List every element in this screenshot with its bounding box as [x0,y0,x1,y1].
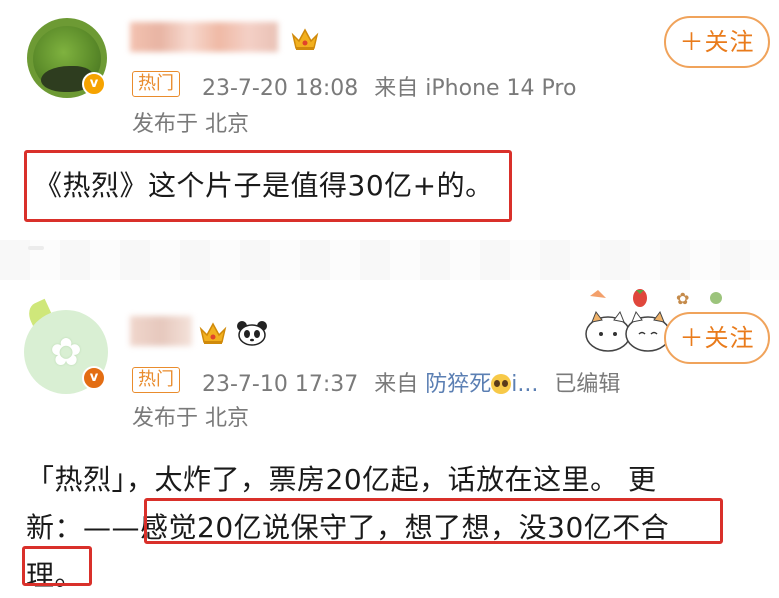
verified-badge-icon: v [82,72,106,96]
source-prefix: 来自 [374,372,419,397]
crown-icon [199,322,227,344]
divider-mark [28,246,44,250]
crown-icon [291,28,319,50]
source-prefix: 来自 [374,76,419,101]
post-meta: 23-7-10 17:37 来自 防猝死 i... 已编辑 [202,366,620,398]
pleading-face-emoji-icon [491,374,512,394]
hot-tag: 热门 [132,71,180,97]
blurred-username[interactable] [130,316,192,346]
svg-text:✿: ✿ [676,289,689,308]
verified-badge-icon: v [82,366,106,390]
edited-label[interactable]: 已编辑 [554,372,620,397]
post-source: iPhone 14 Pro [425,76,577,101]
highlight-box [22,546,92,586]
blurred-username[interactable] [130,22,278,52]
post-datetime: 23-7-10 17:37 [202,372,359,397]
post-meta: 23-7-20 18:08 来自 iPhone 14 Pro [202,70,576,102]
follow-button[interactable]: ＋关注 [664,312,770,364]
panda-icon [237,321,267,346]
post-text-line: 「热烈」，太炸了，票房20亿起，话放在这里。 更 [26,463,657,496]
post-location: 发布于 北京 [132,406,249,431]
follow-button[interactable]: ＋关注 [664,16,770,68]
post-location: 发布于 北京 [132,112,249,137]
post-divider [0,240,779,280]
hot-tag: 热门 [132,367,180,393]
highlight-box [144,498,723,544]
post-source-suffix[interactable]: i... [511,372,538,397]
post-source[interactable]: 防猝死 [425,372,491,397]
post-datetime: 23-7-20 18:08 [202,76,359,101]
highlight-box [24,150,512,222]
